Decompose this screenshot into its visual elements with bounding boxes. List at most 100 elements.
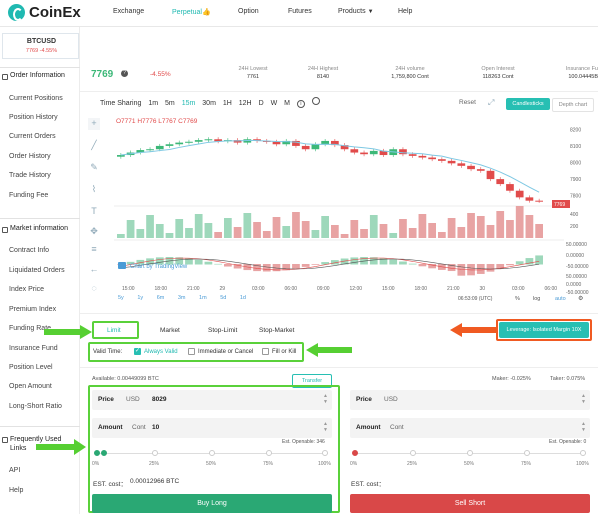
slider-node[interactable] <box>580 450 586 456</box>
range-6m[interactable]: 6m <box>157 295 165 301</box>
short-price-field[interactable]: Price USD ▲ ▼ <box>350 390 590 410</box>
sidebar-item-order-history[interactable]: Order History <box>9 153 51 160</box>
indicator-icon[interactable]: i <box>296 100 305 108</box>
brush-icon[interactable]: ✎ <box>88 162 100 174</box>
sidebar-item-api[interactable]: API <box>9 467 20 474</box>
short-amount-field[interactable]: Amount Cont ▲ ▼ <box>350 418 590 438</box>
interval-15m[interactable]: 15m <box>182 100 196 107</box>
nav-products[interactable]: Products ▼ <box>338 8 374 15</box>
range-3m[interactable]: 3m <box>178 295 186 301</box>
long-amount-field[interactable]: Amount Cont 10 ▲ ▼ <box>92 418 332 438</box>
sidebar-item-funding-fee[interactable]: Funding Fee <box>9 192 48 199</box>
tab-limit[interactable]: Limit <box>107 327 121 334</box>
checkbox-always-valid[interactable]: ✓ <box>134 348 141 355</box>
sidebar-item-long-short-ratio[interactable]: Long-Short Ratio <box>9 403 62 410</box>
long-price-field[interactable]: Price USD 8029 ▲ ▼ <box>92 390 332 410</box>
interval-5m[interactable]: 5m <box>165 100 175 107</box>
slider-node[interactable] <box>152 450 158 456</box>
arrow-left-icon[interactable]: ← <box>88 264 100 276</box>
ticker-card[interactable]: BTCUSD 7769 -4.55% <box>2 33 79 59</box>
text-tool-icon[interactable]: T <box>88 206 100 218</box>
sell-short-button[interactable]: Sell Short <box>350 494 590 513</box>
sidebar-item-trade-history[interactable]: Trade History <box>9 172 51 179</box>
slider-node[interactable] <box>209 450 215 456</box>
auto-toggle[interactable]: auto <box>555 296 566 302</box>
ruler-icon[interactable]: ≡ <box>88 244 100 256</box>
tab-market[interactable]: Market <box>160 327 180 334</box>
interval-m[interactable]: M <box>284 100 290 107</box>
fib-icon[interactable]: ⌇ <box>88 184 100 196</box>
sidebar-item-help[interactable]: Help <box>9 487 23 494</box>
nav-help[interactable]: Help <box>398 8 412 15</box>
sidebar-item-current-orders[interactable]: Current Orders <box>9 133 56 140</box>
log-toggle[interactable]: log <box>533 296 540 302</box>
macd-bar <box>399 261 407 265</box>
leverage-button[interactable]: Leverage: Isolated Margin 10X <box>499 322 589 338</box>
time-tick: 18:00 <box>155 286 168 292</box>
sidebar-item-liquidated-orders[interactable]: Liquidated Orders <box>9 267 65 274</box>
nav-option[interactable]: Option <box>238 8 259 15</box>
interval-d[interactable]: D <box>259 100 264 107</box>
settings-icon[interactable]: ⚙ <box>578 295 583 302</box>
slider-node[interactable] <box>322 450 328 456</box>
chart-reset[interactable]: Reset <box>459 99 476 106</box>
interval-12h[interactable]: 12H <box>239 100 252 107</box>
volume-bar <box>224 218 232 238</box>
macd-bar <box>224 264 232 267</box>
nav-perpetual[interactable]: Perpetual👍 <box>172 8 211 16</box>
stepper-icon[interactable]: ▲ ▼ <box>581 421 586 433</box>
interval-1m[interactable]: 1m <box>148 100 158 107</box>
stepper-icon[interactable]: ▲ ▼ <box>323 393 328 405</box>
long-amount-slider[interactable] <box>92 448 332 460</box>
slider-handle[interactable] <box>101 450 107 456</box>
interval-time-sharing[interactable]: Time Sharing <box>100 100 141 107</box>
sidebar-item-open-amount[interactable]: Open Amount <box>9 383 52 390</box>
crosshair-icon[interactable]: + <box>88 118 100 130</box>
sidebar-item-index-price[interactable]: Index Price <box>9 286 44 293</box>
sidebar-item-position-history[interactable]: Position History <box>9 114 58 121</box>
range-1m[interactable]: 1m <box>199 295 207 301</box>
checkbox-ioc[interactable] <box>188 348 195 355</box>
tab-stop-limit[interactable]: Stop-Limit <box>208 327 237 334</box>
slider-node[interactable] <box>467 450 473 456</box>
interval-30m[interactable]: 30m <box>202 100 216 107</box>
slider-handle[interactable] <box>352 450 358 456</box>
sidebar-item-current-positions[interactable]: Current Positions <box>9 95 63 102</box>
fullscreen-icon[interactable]: ⤢ <box>488 98 494 108</box>
buy-long-button[interactable]: Buy Long <box>92 494 332 513</box>
short-amount-slider[interactable] <box>350 448 590 460</box>
sidebar-item-contract-info[interactable]: Contract Info <box>9 247 49 254</box>
coinex-logo[interactable]: CoinEx <box>8 4 81 22</box>
nav-futures[interactable]: Futures <box>288 8 312 15</box>
percent-toggle[interactable]: % <box>515 296 520 302</box>
price-chart[interactable]: O7771 H7776 L7767 C7769 8200 8100 8000 7900… <box>104 112 596 308</box>
range-5d[interactable]: 5d <box>220 295 226 301</box>
candle-body <box>165 144 174 146</box>
slider-node[interactable] <box>524 450 530 456</box>
stepper-icon[interactable]: ▲ ▼ <box>581 393 586 405</box>
slider-node[interactable] <box>94 450 100 456</box>
time-tick: 18:00 <box>415 286 428 292</box>
sidebar-item-premium-index[interactable]: Premium Index <box>9 306 56 313</box>
info-icon[interactable]: ? <box>121 70 128 77</box>
slider-node[interactable] <box>410 450 416 456</box>
sidebar-item-position-level[interactable]: Position Level <box>9 364 53 371</box>
tab-stop-market[interactable]: Stop-Market <box>259 327 294 334</box>
interval-w[interactable]: W <box>271 100 278 107</box>
range-1y[interactable]: 1y <box>137 295 143 301</box>
trendline-icon[interactable]: ╱ <box>88 140 100 152</box>
clock-icon[interactable] <box>311 97 320 105</box>
slider-node[interactable] <box>266 450 272 456</box>
stepper-icon[interactable]: ▲ ▼ <box>323 421 328 433</box>
range-5y[interactable]: 5y <box>118 295 124 301</box>
range-1d[interactable]: 1d <box>240 295 246 301</box>
checkbox-fok[interactable] <box>262 348 269 355</box>
candlesticks-button[interactable]: Candlesticks <box>506 98 550 110</box>
magnet-icon[interactable]: ◌ <box>88 283 100 295</box>
depth-chart-button[interactable]: Depth chart <box>552 98 594 112</box>
nav-exchange[interactable]: Exchange <box>113 8 144 15</box>
interval-1h[interactable]: 1H <box>223 100 232 107</box>
pattern-icon[interactable]: ✥ <box>88 226 100 238</box>
sidebar-item-insurance-fund[interactable]: Insurance Fund <box>9 345 58 352</box>
long-cost-label: EST. cost： <box>93 481 127 488</box>
